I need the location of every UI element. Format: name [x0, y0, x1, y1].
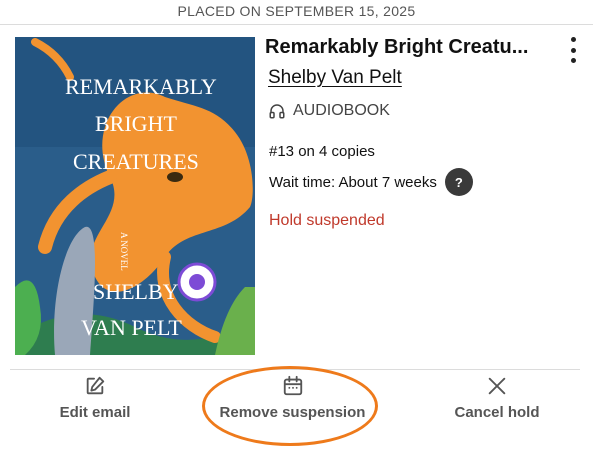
calendar-icon: [283, 375, 302, 396]
remove-suspension-button[interactable]: Remove suspension: [215, 375, 370, 421]
book-title[interactable]: Remarkably Bright Creatu...: [265, 36, 545, 59]
wait-time: Wait time: About 7 weeks: [269, 173, 437, 191]
cancel-hold-button[interactable]: Cancel hold: [448, 375, 546, 421]
cover-title-line-1: REMARKABLY: [65, 74, 217, 99]
hold-status: Hold suspended: [269, 212, 385, 229]
book-cover[interactable]: REMARKABLY BRIGHT CREATURES A NOVEL SHEL…: [15, 37, 255, 355]
format-row: AUDIOBOOK: [268, 102, 390, 120]
kebab-dot: [570, 37, 576, 42]
edit-email-label: Edit email: [59, 404, 131, 421]
cover-subtitle: A NOVEL: [119, 232, 129, 271]
cover-author-line-1: SHELBY: [93, 279, 179, 304]
queue-position: #13 on 4 copies: [269, 143, 375, 160]
divider: [10, 369, 580, 370]
pencil-square-icon: [86, 376, 105, 395]
cover-art: REMARKABLY BRIGHT CREATURES A NOVEL SHEL…: [15, 37, 255, 355]
placed-date: PLACED ON SEPTEMBER 15, 2025: [0, 0, 593, 25]
kebab-menu-icon[interactable]: [563, 37, 583, 63]
format-label: AUDIOBOOK: [293, 102, 390, 119]
cover-title-line-2: BRIGHT: [95, 111, 177, 136]
headphones-icon: [269, 104, 285, 119]
help-button[interactable]: ?: [444, 168, 473, 196]
cancel-hold-label: Cancel hold: [454, 404, 540, 421]
close-icon: [488, 377, 506, 395]
edit-email-button[interactable]: Edit email: [55, 375, 135, 421]
author-link[interactable]: Shelby Van Pelt: [268, 67, 402, 89]
kebab-dot: [570, 58, 576, 63]
cover-author-line-2: VAN PELT: [81, 315, 182, 340]
remove-suspension-label: Remove suspension: [219, 404, 366, 421]
wait-time-row: Wait time: About 7 weeks ?: [269, 168, 473, 196]
kebab-dot: [570, 47, 576, 53]
cover-title-line-3: CREATURES: [73, 149, 199, 174]
